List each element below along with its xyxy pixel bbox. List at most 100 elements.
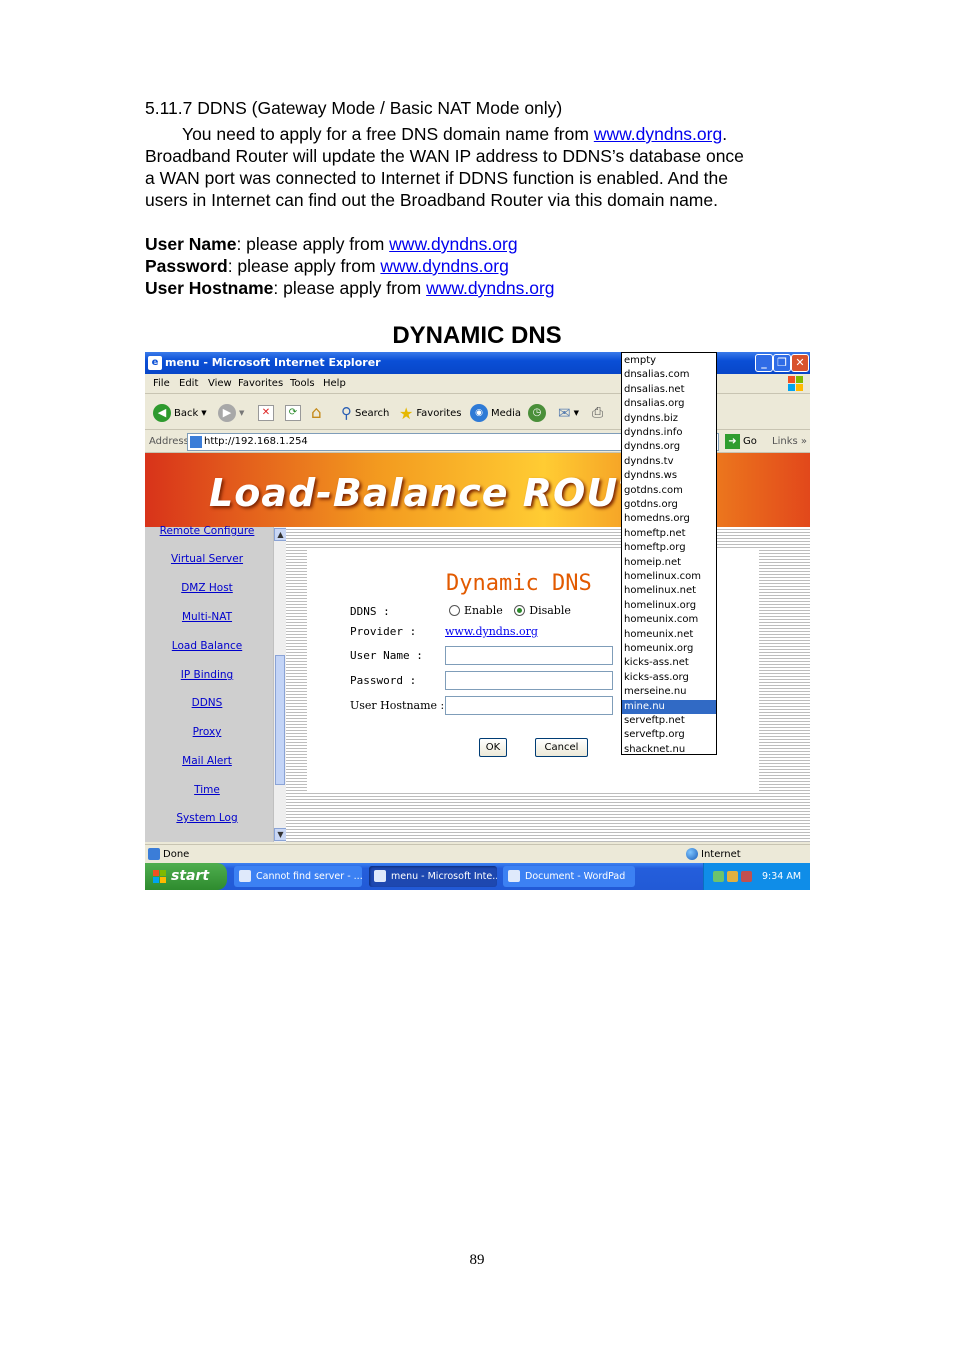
scroll-thumb[interactable] <box>275 655 285 785</box>
wordpad-icon <box>508 870 520 882</box>
favorites-button[interactable]: ★ Favorites <box>399 403 462 423</box>
dropdown-option[interactable]: dyndns.info <box>622 426 716 440</box>
dropdown-option[interactable]: dyndns.biz <box>622 412 716 426</box>
dyndns-link[interactable]: www.dyndns.org <box>389 234 517 254</box>
provider-dropdown-list[interactable]: empty dnsalias.com dnsalias.net dnsalias.or… <box>621 352 717 755</box>
links-label[interactable]: Links » <box>772 436 807 447</box>
enable-option[interactable]: Enable <box>449 604 503 617</box>
nav-multi-nat[interactable]: Multi-NAT <box>145 611 269 623</box>
nav-ip-binding[interactable]: IP Binding <box>145 669 269 681</box>
search-button[interactable]: ⚲ Search <box>341 403 389 423</box>
mail-button[interactable]: ✉ ▼ <box>558 403 579 423</box>
network-icon[interactable] <box>713 871 724 882</box>
dropdown-option[interactable]: dyndns.tv <box>622 455 716 469</box>
start-button[interactable]: start <box>145 863 227 890</box>
dropdown-option[interactable]: dyndns.org <box>622 440 716 454</box>
dropdown-option[interactable]: homeftp.net <box>622 527 716 541</box>
forward-button[interactable]: ▶ ▼ <box>218 403 244 423</box>
menu-favorites[interactable]: Favorites <box>238 378 283 389</box>
windows-logo-icon <box>788 376 804 392</box>
disable-radio[interactable] <box>514 605 526 616</box>
dropdown-option[interactable]: serveftp.org <box>622 728 716 742</box>
task-cannot-find-server[interactable]: Cannot find server - ... <box>234 866 362 887</box>
dropdown-option[interactable]: homelinux.org <box>622 599 716 613</box>
history-button[interactable]: ◷ <box>528 403 546 423</box>
nav-proxy[interactable]: Proxy <box>145 726 269 738</box>
dyndns-link[interactable]: www.dyndns.org <box>380 256 508 276</box>
nav-virtual-server[interactable]: Virtual Server <box>145 553 269 565</box>
credential-name: User Hostname <box>145 278 274 298</box>
volume-icon[interactable] <box>741 871 752 882</box>
refresh-button[interactable]: ⟳ <box>285 403 301 423</box>
ddns-content: Dynamic DNS DDNS : Enable Disable Provid… <box>286 527 810 842</box>
dropdown-option[interactable]: homeunix.net <box>622 628 716 642</box>
dropdown-option[interactable]: dnsalias.net <box>622 383 716 397</box>
credential-hostname: User Hostname: please apply from www.dyn… <box>145 277 555 299</box>
menu-view[interactable]: View <box>208 378 232 389</box>
menu-file[interactable]: File <box>153 378 170 389</box>
go-label: Go <box>743 436 757 447</box>
restore-button[interactable]: ❐ <box>773 354 791 372</box>
home-button[interactable]: ⌂ <box>311 403 322 423</box>
dropdown-option[interactable]: gotdns.com <box>622 484 716 498</box>
windows-logo-icon <box>153 870 167 884</box>
dropdown-option[interactable]: kicks-ass.org <box>622 671 716 685</box>
dropdown-option[interactable]: shacknet.nu <box>622 743 716 757</box>
go-button[interactable]: ➜ Go <box>725 434 757 449</box>
dropdown-option[interactable]: homeunix.org <box>622 642 716 656</box>
media-button[interactable]: ◉ Media <box>470 403 521 423</box>
password-input[interactable] <box>445 671 613 690</box>
menu-edit[interactable]: Edit <box>179 378 198 389</box>
provider-select[interactable]: www.dyndns.org <box>445 625 538 638</box>
dropdown-option[interactable]: mine.nu <box>622 699 716 714</box>
ok-button[interactable]: OK <box>479 738 507 757</box>
dropdown-option[interactable]: serveftp.net <box>622 714 716 728</box>
enable-radio[interactable] <box>449 605 460 616</box>
nav-ddns[interactable]: DDNS <box>145 697 269 709</box>
print-button[interactable]: ⎙ <box>592 403 603 423</box>
nav-mail-alert[interactable]: Mail Alert <box>145 755 269 767</box>
intro-line: users in Internet can find out the Broad… <box>145 190 718 210</box>
nav-scrollbar[interactable]: ▲ ▼ <box>273 527 287 842</box>
task-menu-ie[interactable]: menu - Microsoft Inte... <box>369 866 497 887</box>
stop-icon: ✕ <box>258 405 274 421</box>
dropdown-option[interactable]: homelinux.com <box>622 570 716 584</box>
disable-label: Disable <box>529 604 571 617</box>
search-icon: ⚲ <box>341 404 352 422</box>
search-label: Search <box>355 407 390 419</box>
dropdown-option[interactable]: homelinux.net <box>622 584 716 598</box>
tray-app-icon[interactable] <box>727 871 738 882</box>
close-button[interactable]: ✕ <box>791 354 809 372</box>
menu-help[interactable]: Help <box>323 378 346 389</box>
hostname-label: User Hostname : <box>350 699 445 712</box>
back-button[interactable]: ◀ Back ▼ <box>153 403 207 423</box>
stop-button[interactable]: ✕ <box>258 403 274 423</box>
dyndns-link[interactable]: www.dyndns.org <box>426 278 554 298</box>
nav-remote-configure[interactable]: Remote Configure <box>145 525 269 537</box>
dropdown-option[interactable]: dnsalias.com <box>622 368 716 382</box>
nav-system-log[interactable]: System Log <box>145 812 269 824</box>
password-label: Password : <box>350 674 417 687</box>
username-input[interactable] <box>445 646 613 665</box>
hostname-input[interactable] <box>445 696 613 715</box>
dyndns-link[interactable]: www.dyndns.org <box>594 124 722 144</box>
task-wordpad[interactable]: Document - WordPad <box>503 866 635 887</box>
dropdown-option[interactable]: dyndns.ws <box>622 469 716 483</box>
dropdown-option[interactable]: homeip.net <box>622 556 716 570</box>
dropdown-option[interactable]: dnsalias.org <box>622 397 716 411</box>
dropdown-option[interactable]: homeftp.org <box>622 541 716 555</box>
dropdown-option[interactable]: gotdns.org <box>622 498 716 512</box>
dropdown-option[interactable]: kicks-ass.net <box>622 656 716 670</box>
nav-time[interactable]: Time <box>145 784 269 796</box>
nav-dmz-host[interactable]: DMZ Host <box>145 582 269 594</box>
dropdown-option[interactable]: homeunix.com <box>622 613 716 627</box>
menu-tools[interactable]: Tools <box>290 378 315 389</box>
dropdown-option[interactable]: empty <box>622 354 716 368</box>
minimize-button[interactable]: _ <box>755 354 773 372</box>
dropdown-option[interactable]: homedns.org <box>622 512 716 526</box>
cancel-button[interactable]: Cancel <box>535 738 588 757</box>
page-icon <box>190 436 202 448</box>
nav-load-balance[interactable]: Load Balance <box>145 640 269 652</box>
dropdown-option[interactable]: merseine.nu <box>622 685 716 699</box>
disable-option[interactable]: Disable <box>514 604 571 617</box>
